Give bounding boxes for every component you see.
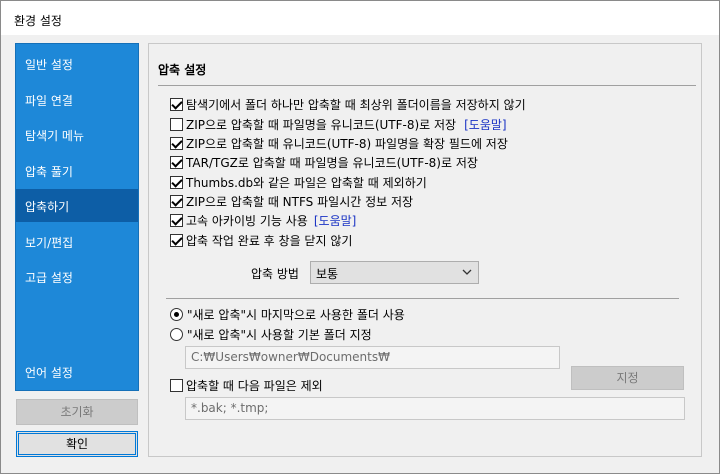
sidebar-item-label: 일반 설정 xyxy=(25,58,73,72)
sidebar-item-label: 압축하기 xyxy=(25,200,70,214)
sidebar-item-explorer-menu[interactable]: 탐색기 메뉴 xyxy=(16,118,138,151)
option-label: ZIP으로 압축할 때 NTFS 파일시간 정보 저장 xyxy=(186,194,414,209)
compression-method-value: 보통 xyxy=(316,267,339,281)
sidebar-item-label: 언어 설정 xyxy=(25,366,73,380)
option-exclude-files[interactable]: 압축할 때 다음 파일은 제외 xyxy=(170,377,323,393)
option-skip-top-folder[interactable]: 탐색기에서 폴더 하나만 압축할 때 최상위 폴더이름을 저장하지 않기 xyxy=(170,96,526,112)
option-label: 고속 아카이빙 기능 사용 xyxy=(186,213,308,228)
option-keep-window-open[interactable]: 압축 작업 완료 후 창을 닫지 않기 xyxy=(170,232,352,248)
help-link[interactable]: [도움말] xyxy=(314,212,356,229)
ok-button[interactable]: 확인 xyxy=(16,431,138,457)
window-title: 환경 설정 xyxy=(1,1,719,35)
sidebar-item-view-edit[interactable]: 보기/편집 xyxy=(16,225,138,258)
compression-method-select[interactable]: 보통 xyxy=(310,261,479,284)
option-label: 압축 작업 완료 후 창을 닫지 않기 xyxy=(186,233,353,248)
sidebar-item-label: 보기/편집 xyxy=(25,236,74,250)
checkbox[interactable] xyxy=(170,175,183,189)
checkbox[interactable] xyxy=(170,194,183,208)
option-tar-utf8-filename[interactable]: TAR/TGZ로 압축할 때 파일명을 유니코드(UTF-8)로 저장 xyxy=(170,154,478,170)
checkbox[interactable] xyxy=(170,136,183,150)
reset-button[interactable]: 초기화 xyxy=(16,399,138,425)
sidebar-item-advanced[interactable]: 고급 설정 xyxy=(16,260,138,293)
exclude-patterns-input[interactable]: *.bak; *.tmp; xyxy=(185,397,685,420)
option-label: "새로 압축"시 사용할 기본 폴더 지정 xyxy=(187,327,372,342)
set-folder-button[interactable]: 지정 xyxy=(571,366,684,390)
radio-use-last-folder[interactable]: "새로 압축"시 마지막으로 사용한 폴더 사용 xyxy=(170,306,405,322)
default-folder-path-input[interactable]: C:₩Users₩owner₩Documents₩ xyxy=(185,346,560,369)
checkbox[interactable] xyxy=(170,117,183,131)
option-label: TAR/TGZ로 압축할 때 파일명을 유니코드(UTF-8)로 저장 xyxy=(186,155,478,170)
sidebar-item-label: 탐색기 메뉴 xyxy=(25,129,85,143)
checkbox[interactable] xyxy=(170,97,183,111)
sidebar-item-label: 파일 연결 xyxy=(25,94,73,108)
compression-method-label: 압축 방법 xyxy=(251,267,299,281)
option-exclude-thumbs[interactable]: Thumbs.db와 같은 파일은 압축할 때 제외하기 xyxy=(170,174,427,190)
radio-button[interactable] xyxy=(170,307,183,321)
checkbox[interactable] xyxy=(170,233,183,247)
checkbox[interactable] xyxy=(170,378,183,392)
chevron-down-icon xyxy=(462,269,472,275)
sidebar-item-label: 고급 설정 xyxy=(25,271,73,285)
option-zip-utf8-filename[interactable]: ZIP으로 압축할 때 파일명을 유니코드(UTF-8)로 저장 [도움말] xyxy=(170,116,507,132)
sidebar-item-general[interactable]: 일반 설정 xyxy=(16,47,138,80)
title-divider xyxy=(158,85,696,86)
radio-default-folder[interactable]: "새로 압축"시 사용할 기본 폴더 지정 xyxy=(170,326,372,342)
checkbox[interactable] xyxy=(170,155,183,169)
option-label: ZIP으로 압축할 때 유니코드(UTF-8) 파일명을 확장 필드에 저장 xyxy=(186,136,508,151)
option-fast-archiving[interactable]: 고속 아카이빙 기능 사용 [도움말] xyxy=(170,212,356,228)
option-label: 탐색기에서 폴더 하나만 압축할 때 최상위 폴더이름을 저장하지 않기 xyxy=(186,97,526,112)
sidebar-item-file-association[interactable]: 파일 연결 xyxy=(16,83,138,116)
section-divider xyxy=(166,298,679,299)
radio-button[interactable] xyxy=(170,327,183,341)
sidebar-item-label: 압축 풀기 xyxy=(25,165,73,179)
option-ntfs-time[interactable]: ZIP으로 압축할 때 NTFS 파일시간 정보 저장 xyxy=(170,193,413,209)
checkbox[interactable] xyxy=(170,213,183,227)
sidebar-item-extract[interactable]: 압축 풀기 xyxy=(16,154,138,187)
option-label: Thumbs.db와 같은 파일은 압축할 때 제외하기 xyxy=(186,175,427,190)
sidebar-item-compress[interactable]: 압축하기 xyxy=(16,189,138,222)
option-label: "새로 압축"시 마지막으로 사용한 폴더 사용 xyxy=(187,307,405,322)
option-zip-utf8-extfield[interactable]: ZIP으로 압축할 때 유니코드(UTF-8) 파일명을 확장 필드에 저장 xyxy=(170,135,508,151)
option-label: 압축할 때 다음 파일은 제외 xyxy=(186,378,323,393)
sidebar-item-language[interactable]: 언어 설정 xyxy=(16,355,138,388)
panel-title: 압축 설정 xyxy=(158,63,207,77)
sidebar: 일반 설정 파일 연결 탐색기 메뉴 압축 풀기 압축하기 보기/편집 고급 설… xyxy=(15,43,139,391)
ok-button-label: 확인 xyxy=(65,437,89,451)
help-link[interactable]: [도움말] xyxy=(464,116,506,133)
option-label: ZIP으로 압축할 때 파일명을 유니코드(UTF-8)로 저장 xyxy=(186,117,457,132)
